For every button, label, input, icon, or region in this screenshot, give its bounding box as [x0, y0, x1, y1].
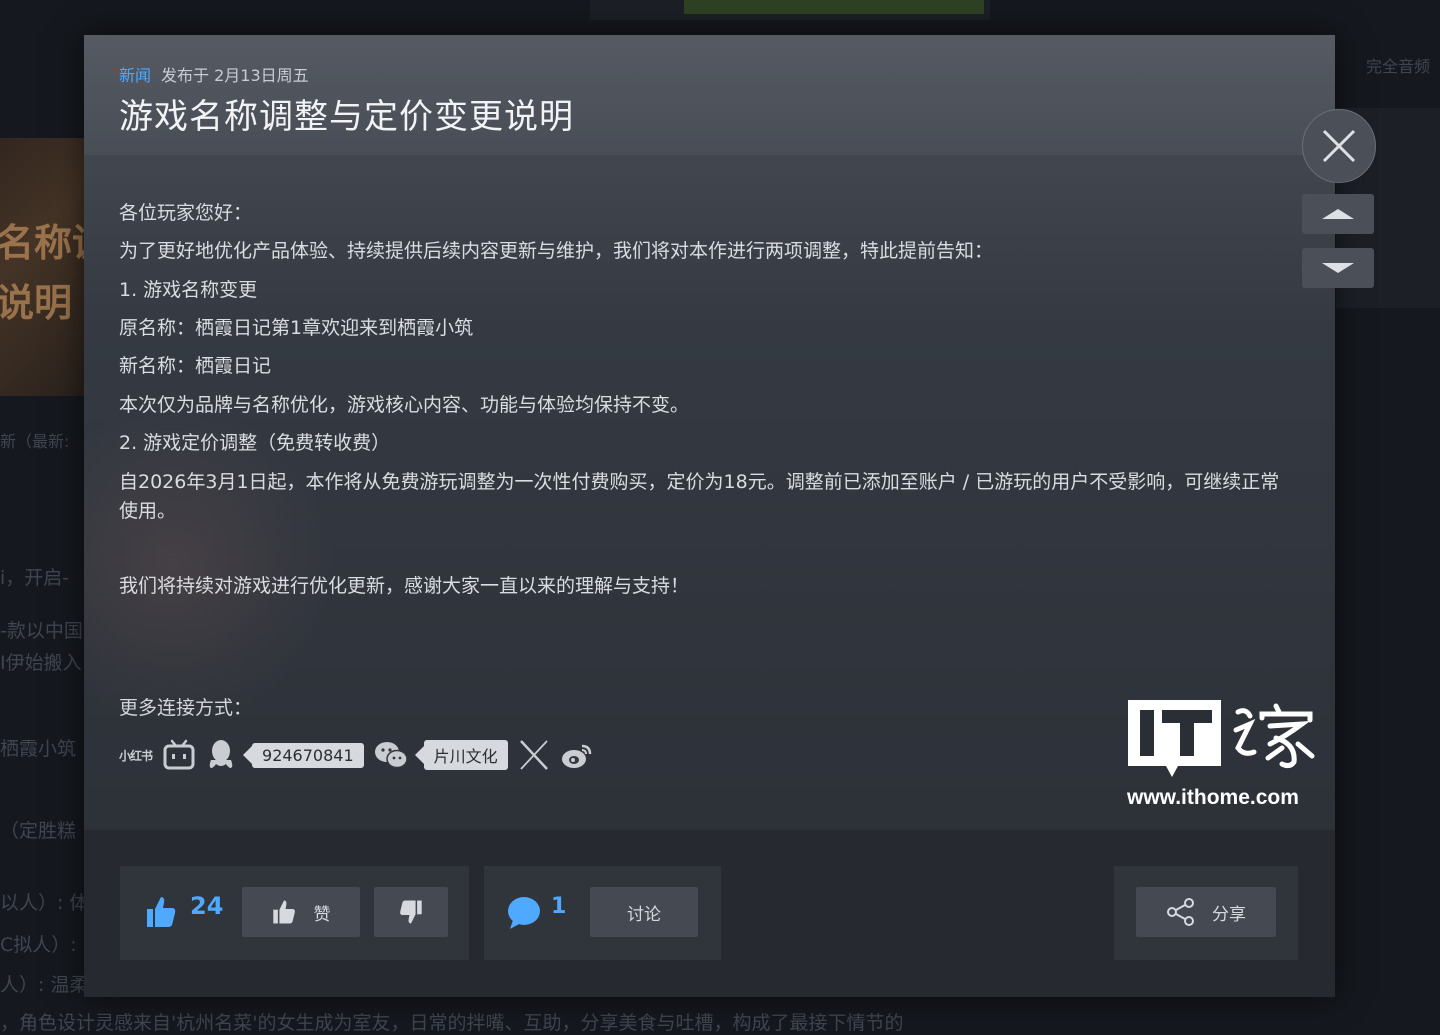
rating-group: 24 赞 — [120, 866, 469, 960]
next-button[interactable] — [1302, 248, 1374, 288]
modal-footer: 24 赞 1 讨论 分享 — [84, 830, 1335, 997]
bilibili-icon[interactable] — [162, 738, 196, 772]
background-install-button — [684, 0, 984, 14]
like-label: 赞 — [313, 904, 331, 925]
modal-glow — [84, 415, 344, 715]
body-paragraph: 各位玩家您好： — [119, 202, 253, 224]
body-paragraph: 为了更好地优化产品体验、持续提供后续内容更新与维护，我们将对本作进行两项调整，特… — [119, 240, 994, 262]
body-paragraph: 新名称：栖霞日记 — [119, 355, 272, 377]
discuss-button[interactable]: 讨论 — [590, 887, 698, 937]
body-paragraph: 我们将持续对游戏进行优化更新，感谢大家一直以来的理解与支持！ — [119, 575, 690, 597]
comment-group: 1 讨论 — [484, 866, 721, 960]
background-text: i，开启- — [0, 567, 70, 589]
dislike-button[interactable] — [374, 887, 448, 937]
xiaohongshu-icon[interactable]: 小红书 — [119, 747, 153, 764]
background-thumb-title: 说明 — [0, 281, 73, 325]
thumbs-down-icon — [400, 900, 422, 924]
background-text: ，角色设计灵感来自'杭州名菜'的女生成为室友，日常的拌嘴、互助，分享美食与吐槽，… — [0, 1012, 904, 1034]
contact-label: 更多连接方式： — [119, 697, 253, 719]
like-count: 24 — [190, 892, 224, 920]
chevron-up-icon — [1322, 209, 1354, 219]
background-text: 以人）: 体 — [0, 892, 89, 914]
background-text: I伊始搬入 — [0, 652, 82, 674]
publish-date: 发布于 2月13日周五 — [161, 66, 309, 85]
close-button[interactable] — [1302, 109, 1376, 183]
x-twitter-icon[interactable] — [518, 739, 550, 771]
ithome-logo-icon — [1128, 700, 1315, 777]
body-paragraph: 原名称：栖霞日记第1章欢迎来到栖霞小筑 — [119, 317, 474, 339]
background-text: 新（最新: — [0, 432, 70, 451]
weibo-icon[interactable] — [560, 740, 594, 770]
wechat-account[interactable]: 片川文化 — [414, 740, 508, 770]
share-label: 分享 — [1212, 904, 1246, 925]
background-thumbnail — [0, 138, 84, 396]
thumbs-up-icon — [272, 900, 295, 924]
background-audio-label: 完全音频 — [1366, 57, 1431, 76]
previous-button[interactable] — [1302, 194, 1374, 234]
body-paragraph: 自2026年3月1日起，本作将从免费游玩调整为一次性付费购买，定价为18元。调整… — [119, 471, 1280, 522]
background-text: 人）: 温柔 — [0, 974, 89, 996]
share-group: 分享 — [1114, 866, 1298, 960]
modal-header: 新闻 发布于 2月13日周五 游戏名称调整与定价变更说明 — [84, 35, 1335, 155]
qq-icon[interactable] — [206, 738, 236, 772]
thumbs-up-icon — [146, 895, 176, 933]
background-text: 栖霞小筑 — [0, 738, 77, 760]
wechat-icon[interactable] — [374, 740, 408, 770]
comment-bubble-icon — [507, 896, 541, 934]
watermark-url: www.ithome.com — [1127, 786, 1299, 809]
discuss-label: 讨论 — [627, 904, 661, 925]
background-text: （定胜糕 — [0, 820, 77, 842]
comment-count: 1 — [551, 894, 567, 919]
body-paragraph: 2. 游戏定价调整（免费转收费） — [119, 432, 391, 454]
social-links: 小红书 924670841 片川文化 — [119, 735, 604, 775]
share-icon — [1167, 898, 1194, 926]
body-paragraph: 1. 游戏名称变更 — [119, 279, 258, 301]
page-title: 游戏名称调整与定价变更说明 — [119, 97, 574, 137]
news-modal: 新闻 发布于 2月13日周五 游戏名称调整与定价变更说明 各位玩家您好： 为了更好… — [84, 35, 1335, 997]
news-meta: 新闻 发布于 2月13日周五 — [119, 62, 309, 86]
body-paragraph: 本次仅为品牌与名称优化，游戏核心内容、功能与体验均保持不变。 — [119, 394, 690, 416]
chevron-down-icon — [1322, 263, 1354, 273]
close-icon — [1322, 129, 1356, 163]
share-button[interactable]: 分享 — [1136, 887, 1276, 937]
qq-group-number[interactable]: 924670841 — [243, 742, 364, 768]
news-tag[interactable]: 新闻 — [119, 66, 151, 85]
like-button[interactable]: 赞 — [242, 887, 360, 937]
background-text: -款以中国 — [0, 620, 83, 642]
